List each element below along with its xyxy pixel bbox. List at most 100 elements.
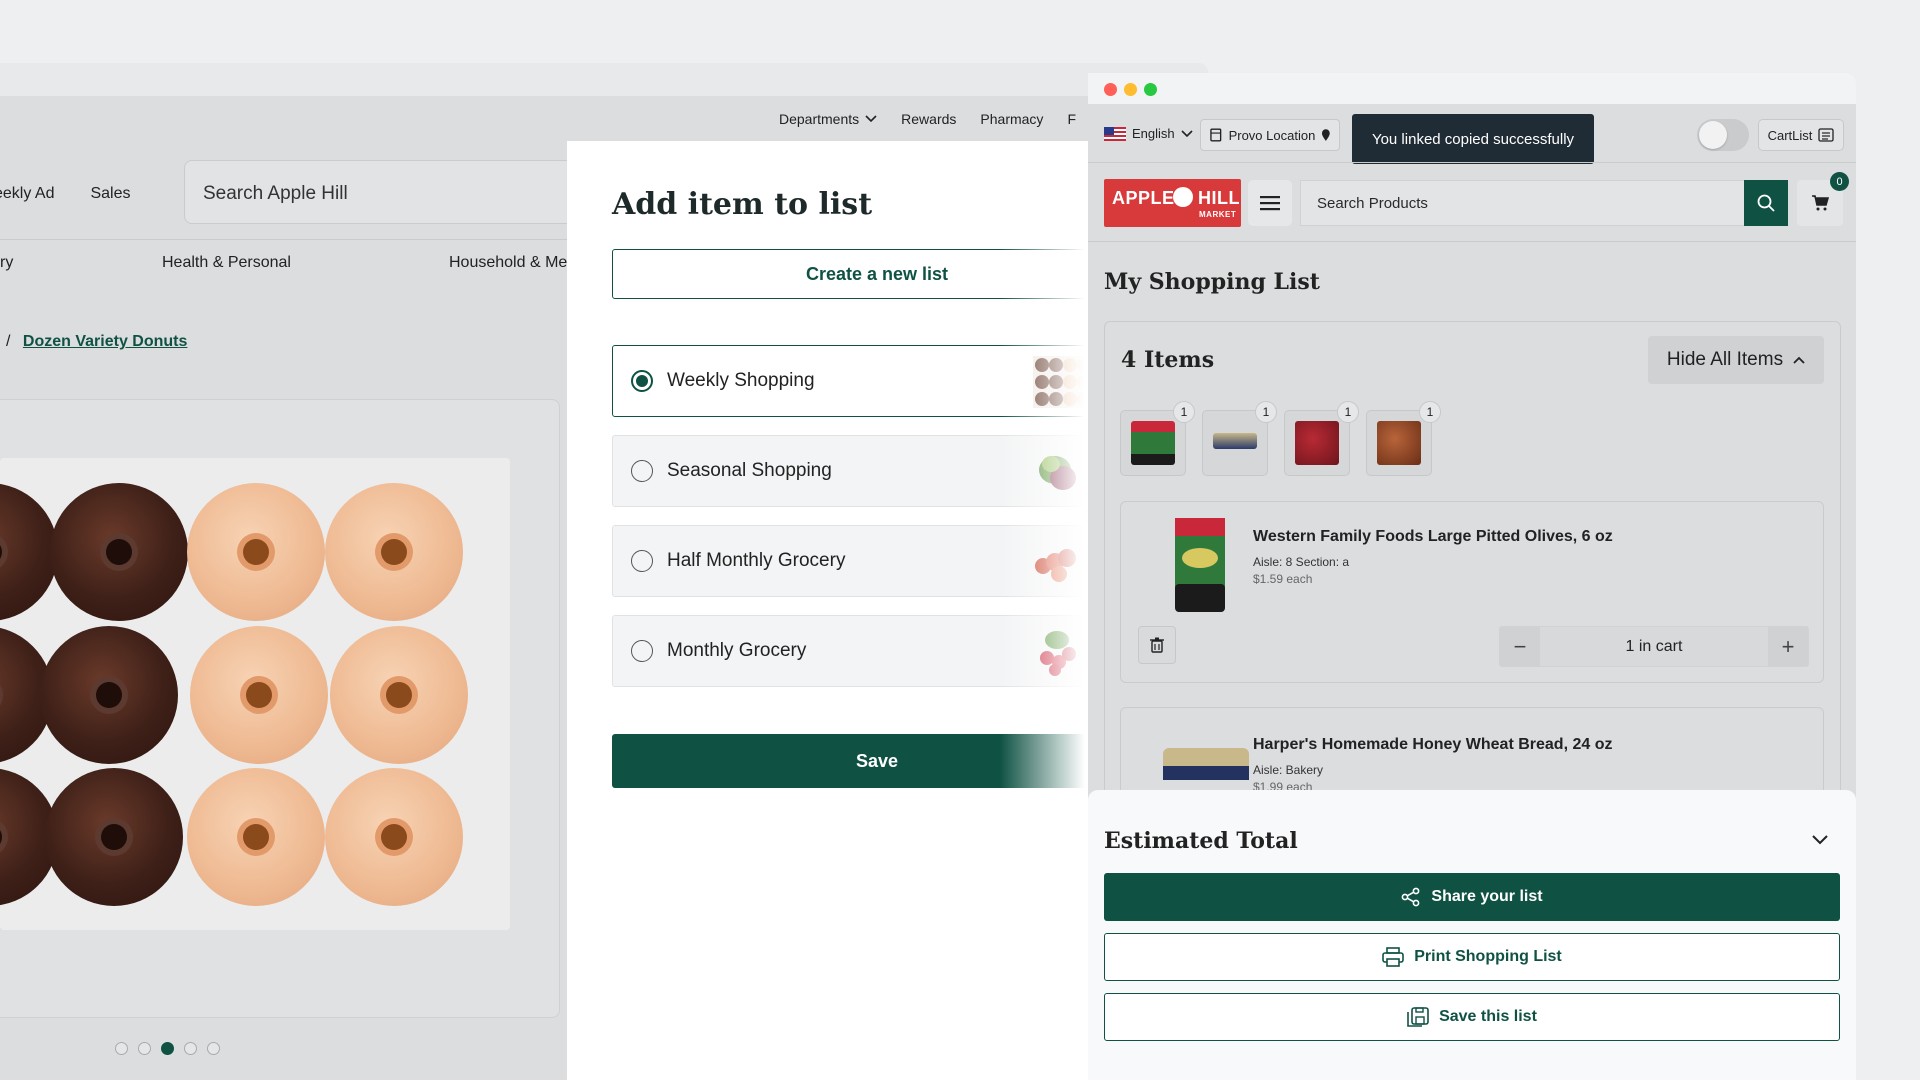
- donut: [187, 768, 325, 906]
- nav-weekly-ad[interactable]: eekly Ad: [0, 185, 54, 203]
- nav-rewards[interactable]: Rewards: [901, 111, 956, 127]
- nav-departments[interactable]: Departments: [779, 111, 877, 127]
- create-list-button[interactable]: Create a new list: [612, 249, 1142, 299]
- apple-hill-logo[interactable]: APPLE HILL MARKET: [1104, 179, 1241, 227]
- radio-unselected-icon[interactable]: [631, 550, 653, 572]
- menu-button[interactable]: [1248, 180, 1292, 226]
- decrease-quantity-button[interactable]: −: [1500, 627, 1540, 666]
- onions-icon: [1035, 549, 1076, 582]
- items-count: 4 Items: [1121, 347, 1215, 373]
- mini-item-qty: 1: [1255, 401, 1277, 423]
- carousel-dot[interactable]: [184, 1042, 197, 1055]
- list-option-weekly[interactable]: Weekly Shopping: [612, 345, 1142, 417]
- carousel-dot[interactable]: [161, 1042, 174, 1055]
- logo-text-left: APPLE: [1112, 188, 1175, 208]
- mini-item-qty: 1: [1173, 401, 1195, 423]
- donut: [187, 483, 325, 621]
- close-window-icon[interactable]: [1104, 83, 1117, 96]
- nav-more[interactable]: F: [1067, 111, 1076, 127]
- carousel-dot[interactable]: [138, 1042, 151, 1055]
- mini-item-cherries[interactable]: 1: [1284, 401, 1359, 476]
- donut: [40, 626, 178, 764]
- carousel-dot[interactable]: [207, 1042, 220, 1055]
- olives-can-icon: [1131, 421, 1175, 465]
- product-price: $1.59 each: [1253, 572, 1313, 586]
- list-option-seasonal[interactable]: Seasonal Shopping: [612, 435, 1142, 507]
- window-titlebar: [1088, 73, 1856, 104]
- location-label: Provo Location: [1228, 127, 1316, 143]
- bread-product-image: [1163, 748, 1249, 780]
- map-pin-icon: [1322, 129, 1331, 141]
- bread-icon: [1213, 433, 1257, 449]
- product-name[interactable]: Harper's Homemade Honey Wheat Bread, 24 …: [1253, 736, 1612, 754]
- product-aisle: Aisle: Bakery: [1253, 763, 1324, 777]
- hide-all-label: Hide All Items: [1666, 349, 1784, 370]
- cartlist-button[interactable]: CartList: [1758, 119, 1844, 151]
- list-option-label: Weekly Shopping: [667, 370, 815, 391]
- carousel-dot[interactable]: [115, 1042, 128, 1055]
- radio-unselected-icon[interactable]: [631, 460, 653, 482]
- chevron-down-icon: [865, 115, 877, 123]
- donut: [190, 626, 328, 764]
- mini-item-qty: 1: [1419, 401, 1441, 423]
- donuts-icon: [1033, 356, 1093, 408]
- product-name[interactable]: Western Family Foods Large Pitted Olives…: [1253, 528, 1613, 546]
- language-selector[interactable]: English: [1104, 126, 1193, 141]
- store-location-button[interactable]: Provo Location: [1200, 119, 1340, 151]
- save-button[interactable]: Save: [612, 734, 1142, 788]
- cart-icon: [1812, 195, 1829, 211]
- carousel-dots: [115, 1042, 220, 1055]
- estimated-total-title: Estimated Total: [1104, 828, 1298, 854]
- save-list-label: Save this list: [1439, 1008, 1537, 1025]
- category-health[interactable]: Health & Personal: [162, 254, 291, 272]
- list-option-label: Half Monthly Grocery: [667, 550, 846, 571]
- print-list-button[interactable]: Print Shopping List: [1104, 933, 1840, 981]
- category-household[interactable]: Household & Me: [449, 254, 567, 272]
- olives-product-image: [1175, 518, 1225, 612]
- list-option-label: Seasonal Shopping: [667, 460, 832, 481]
- mini-item-jerky[interactable]: 1: [1366, 401, 1441, 476]
- copy-success-toast: You linked copied successfully: [1352, 114, 1594, 164]
- minimize-window-icon[interactable]: [1124, 83, 1137, 96]
- breadcrumb: / Dozen Variety Donuts: [0, 333, 187, 351]
- product-search-input[interactable]: Search Products: [1300, 180, 1746, 226]
- add-item-modal: Add item to list Create a new list Weekl…: [567, 141, 1142, 1080]
- donut: [330, 626, 468, 764]
- theme-toggle[interactable]: [1697, 119, 1749, 151]
- mini-item-bread[interactable]: 1: [1202, 401, 1277, 476]
- radio-selected-icon[interactable]: [631, 370, 653, 392]
- list-option-monthly[interactable]: Monthly Grocery: [612, 615, 1142, 687]
- donut: [325, 483, 463, 621]
- chevron-down-icon[interactable]: [1812, 835, 1828, 845]
- nav-departments-label: Departments: [779, 111, 860, 127]
- mini-item-olives[interactable]: 1: [1120, 401, 1195, 476]
- trash-icon: [1150, 637, 1164, 653]
- list-option-half-monthly[interactable]: Half Monthly Grocery: [612, 525, 1142, 597]
- printer-icon: [1382, 947, 1405, 967]
- hamburger-icon: [1260, 196, 1280, 211]
- list-option-label: Monthly Grocery: [667, 640, 807, 661]
- cart-count-badge: 0: [1830, 172, 1849, 191]
- us-flag-icon: [1104, 126, 1126, 141]
- increase-quantity-button[interactable]: +: [1768, 627, 1808, 666]
- remove-item-button[interactable]: [1138, 626, 1176, 664]
- hide-all-items-button[interactable]: Hide All Items: [1648, 336, 1824, 384]
- nav-pharmacy[interactable]: Pharmacy: [980, 111, 1043, 127]
- browser-chrome: [0, 63, 1208, 96]
- category-grocery[interactable]: ry: [0, 254, 13, 272]
- cherries-icon: [1295, 421, 1339, 465]
- save-list-button[interactable]: Save this list: [1104, 993, 1840, 1041]
- donut: [325, 768, 463, 906]
- radio-unselected-icon[interactable]: [631, 640, 653, 662]
- donut: [50, 483, 188, 621]
- share-icon: [1402, 887, 1420, 907]
- nav-sales[interactable]: Sales: [90, 185, 130, 203]
- search-button[interactable]: [1744, 180, 1788, 226]
- search-icon: [1757, 194, 1775, 212]
- chevron-up-icon: [1793, 356, 1805, 364]
- radishes-icon: [1040, 631, 1076, 676]
- share-list-button[interactable]: Share your list: [1104, 873, 1840, 921]
- shopping-list-window: English Provo Location You linked copied…: [1088, 73, 1856, 1080]
- breadcrumb-current[interactable]: Dozen Variety Donuts: [23, 333, 187, 350]
- maximize-window-icon[interactable]: [1144, 83, 1157, 96]
